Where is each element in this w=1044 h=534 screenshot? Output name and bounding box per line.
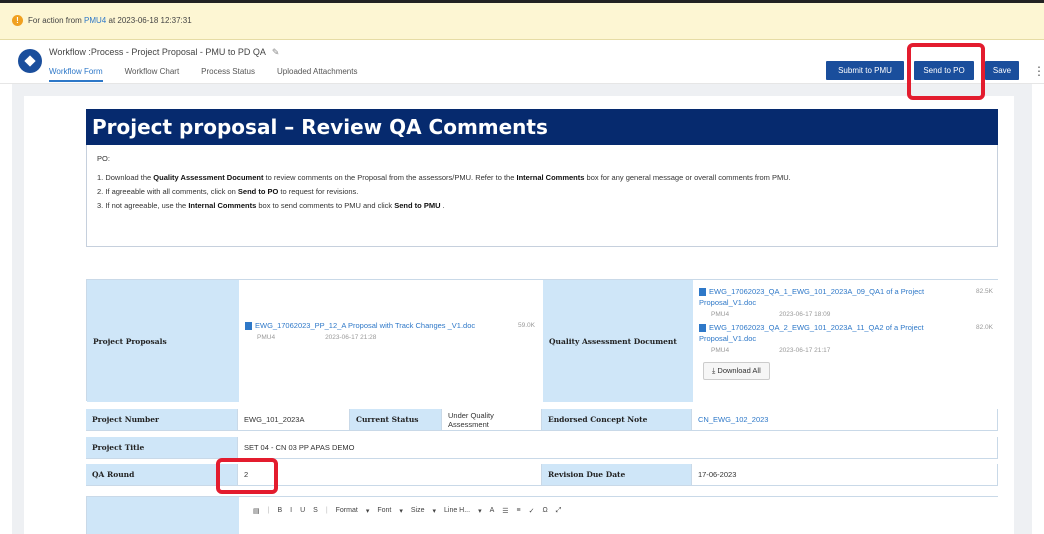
tab-workflow-chart[interactable]: Workflow Chart (125, 67, 180, 82)
app-logo-icon (18, 49, 42, 73)
current-status-value: Under Quality Assessment (442, 409, 542, 431)
format-dropdown[interactable]: Format (336, 507, 358, 534)
action-notice: ! For action from PMU4 at 2023-06-18 12:… (0, 0, 1044, 40)
warning-icon: ! (12, 15, 23, 26)
check-icon[interactable]: ✓ (529, 507, 535, 534)
strike-button[interactable]: S (313, 507, 318, 534)
qa-document-label: Quality Assessment Document (543, 280, 693, 402)
notice-actor-link[interactable]: PMU4 (84, 16, 106, 25)
qa1-file-link[interactable]: EWG_17062023_QA_1_EWG_101_2023A_09_QA1 o… (699, 287, 924, 307)
form-banner-title: Project proposal – Review QA Comments (86, 109, 998, 145)
tab-uploaded-attachments[interactable]: Uploaded Attachments (277, 67, 358, 82)
underline-button[interactable]: U (300, 507, 305, 534)
project-number-value: EWG_101_2023A (238, 409, 350, 431)
file-icon (245, 322, 252, 331)
revision-due-date-label: Revision Due Date (542, 464, 692, 486)
instructions-panel: PO: 1. Download the Quality Assessment D… (86, 145, 998, 247)
size-dropdown[interactable]: Size (411, 507, 425, 534)
italic-button[interactable]: I (290, 507, 292, 534)
more-menu-icon[interactable]: ⋮ (1033, 64, 1044, 78)
project-title-row: Project Title SET 04 - CN 03 PP APAS DEM… (86, 437, 998, 459)
qa-document-files: EWG_17062023_QA_1_EWG_101_2023A_09_QA1 o… (693, 280, 999, 402)
documents-row: Project Proposals EWG_17062023_PP_12_A P… (86, 279, 999, 402)
save-button[interactable]: Save (985, 61, 1019, 80)
page-title: Workflow :Process - Project Proposal - P… (49, 47, 280, 57)
text-color-button[interactable]: A (490, 507, 495, 534)
special-char-icon[interactable]: Ω (543, 507, 548, 534)
revision-due-date-value: 17-06-2023 (692, 464, 998, 486)
edit-pencil-icon[interactable]: ✎ (272, 47, 280, 57)
project-proposal-file: EWG_17062023_PP_12_A Proposal with Track… (239, 280, 543, 402)
file-size: 59.0K (518, 322, 535, 329)
qa2-file-link[interactable]: EWG_17062023_QA_2_EWG_101_2023A_11_QA2 o… (699, 323, 924, 343)
align-icon[interactable]: ≡ (517, 507, 521, 534)
highlight-qa-round (216, 458, 278, 494)
project-title-label: Project Title (86, 437, 238, 459)
list-icon[interactable]: ☰ (502, 507, 508, 534)
proposal-file-link[interactable]: EWG_17062023_PP_12_A Proposal with Track… (255, 321, 475, 330)
download-all-button[interactable]: ⤓ Download All (703, 362, 770, 380)
project-proposals-label: Project Proposals (87, 280, 239, 402)
editor-label-cell (87, 497, 239, 534)
line-height-dropdown[interactable]: Line H... (444, 507, 470, 534)
workflow-tabs: Workflow Form Workflow Chart Process Sta… (49, 67, 357, 82)
tab-process-status[interactable]: Process Status (201, 67, 255, 82)
file-icon (699, 288, 706, 297)
submit-to-pmu-button[interactable]: Submit to PMU (826, 61, 904, 80)
bold-button[interactable]: B (277, 507, 282, 534)
project-title-value: SET 04 - CN 03 PP APAS DEMO (238, 437, 998, 459)
internal-comments-editor: ▤ | B I U S | Format ▾ Font ▾ Size ▾ Line H..… (86, 496, 999, 534)
notice-text: For action from PMU4 at 2023-06-18 12:37… (28, 16, 192, 25)
endorsed-concept-note-label: Endorsed Concept Note (542, 409, 692, 431)
file-icon (699, 324, 706, 333)
project-number-label: Project Number (86, 409, 238, 431)
highlight-send-to-po (907, 43, 985, 100)
fullscreen-icon[interactable]: ⤢ (556, 507, 562, 534)
tab-workflow-form[interactable]: Workflow Form (49, 67, 103, 82)
rich-text-toolbar: ▤ | B I U S | Format ▾ Font ▾ Size ▾ Line H..… (239, 497, 999, 534)
font-dropdown[interactable]: Font (377, 507, 391, 534)
current-status-label: Current Status (350, 409, 442, 431)
project-number-row: Project Number EWG_101_2023A Current Sta… (86, 409, 998, 431)
source-icon[interactable]: ▤ (253, 507, 260, 534)
qa-round-value: 2 (238, 464, 542, 486)
endorsed-concept-note-link[interactable]: CN_EWG_102_2023 (692, 409, 998, 431)
